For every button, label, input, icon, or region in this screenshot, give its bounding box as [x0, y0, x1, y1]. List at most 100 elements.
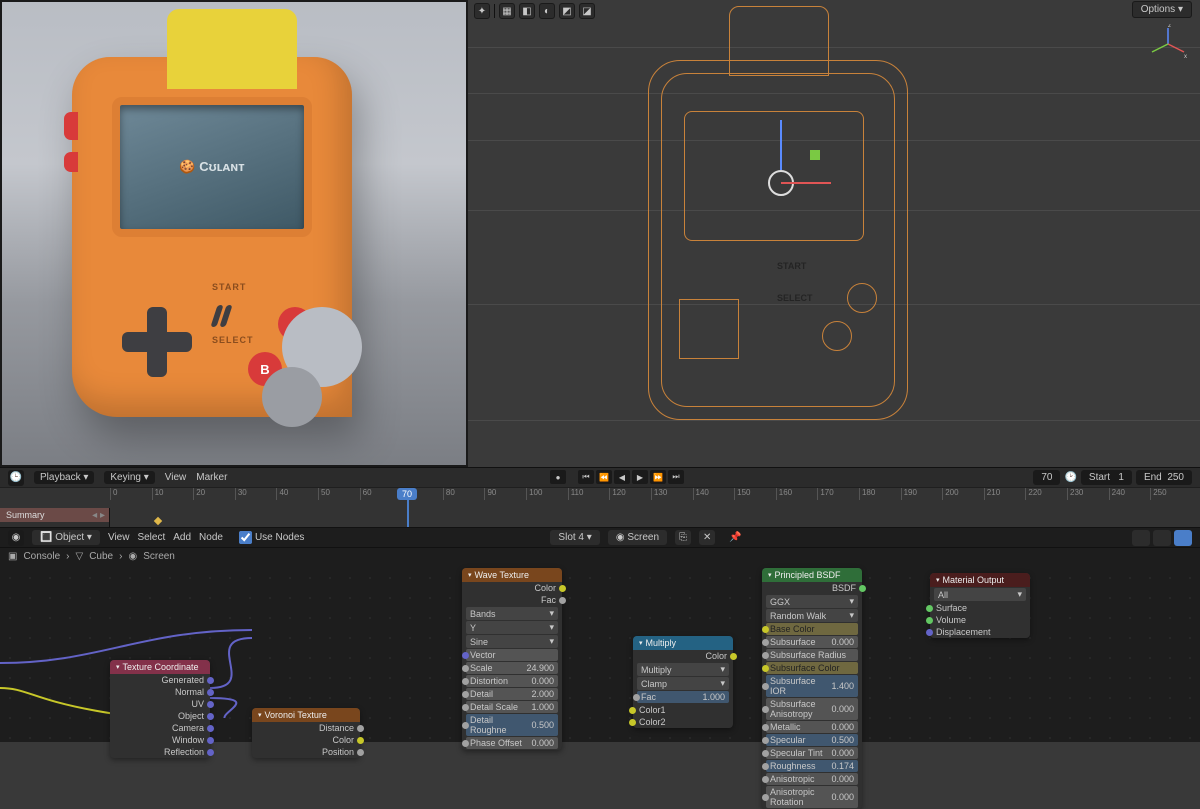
mult-field[interactable]: Clamp▾	[637, 677, 729, 690]
bsdf-param[interactable]: Roughness0.174	[766, 760, 858, 772]
socket-uv[interactable]: UV	[110, 698, 210, 710]
wave-slider[interactable]: Detail2.000	[466, 688, 558, 700]
wave-slider[interactable]: Phase Offset0.000	[466, 737, 558, 749]
marker-menu[interactable]: Marker	[196, 472, 227, 483]
ne-menu-add[interactable]: Add	[173, 532, 191, 543]
timeline-tick: 210	[984, 488, 1026, 500]
material-field[interactable]: ◉ Screen	[608, 530, 667, 545]
playback-menu[interactable]: Playback ▾	[34, 471, 94, 484]
node-wave-texture[interactable]: Wave Texture Color Fac Bands▾Y▾Sine▾ Vec…	[462, 568, 562, 750]
svg-text:x: x	[1184, 54, 1187, 60]
render-viewport[interactable]: 🍪 Cʊʟᴀɴᴛ START SELECT A B	[0, 0, 468, 467]
start-frame-field[interactable]: Start 1	[1081, 470, 1132, 485]
time-icon[interactable]: 🕑	[1064, 472, 1076, 483]
material-browse-icon[interactable]: ⎘	[675, 530, 691, 545]
bsdf-param[interactable]: Anisotropic0.000	[766, 773, 858, 785]
bsdf-param[interactable]: Anisotropic Rotation0.000	[766, 786, 858, 808]
current-frame-field[interactable]: 70	[1033, 470, 1060, 485]
mult-input[interactable]: Color1	[633, 704, 733, 716]
material-new-icon[interactable]: ✕	[699, 530, 715, 545]
node-material-output[interactable]: Material Output All▾ SurfaceVolumeDispla…	[930, 573, 1030, 638]
output-input[interactable]: Displacement	[930, 626, 1030, 638]
mult-input[interactable]: Color2	[633, 716, 733, 728]
timeline-clock-icon[interactable]: 🕒	[8, 470, 24, 486]
bsdf-param[interactable]: Specular0.500	[766, 734, 858, 746]
use-nodes-checkbox[interactable]: Use Nodes	[239, 531, 304, 544]
node-texture-coordinate[interactable]: Texture Coordinate GeneratedNormalUVObje…	[110, 660, 210, 758]
mult-field[interactable]: Multiply▾	[637, 663, 729, 676]
wave-field[interactable]: Sine▾	[466, 635, 558, 648]
timeline-tick: 180	[859, 488, 901, 500]
slot-dropdown[interactable]: Slot 4 ▾	[550, 530, 599, 545]
cursor-tool-icon[interactable]: ✦	[474, 3, 490, 19]
bsdf-field[interactable]: GGX▾	[766, 595, 858, 608]
view-menu[interactable]: View	[165, 472, 187, 483]
timeline-tick: 40	[276, 488, 318, 500]
timeline-tick: 60	[360, 488, 402, 500]
wave-slider[interactable]: Detail Scale1.000	[466, 701, 558, 713]
ne-menu-node[interactable]: Node	[199, 532, 223, 543]
bsdf-param[interactable]: Subsurface0.000	[766, 636, 858, 648]
socket-position[interactable]: Position	[252, 746, 360, 758]
bsdf-param[interactable]: Subsurface Color	[766, 662, 858, 674]
node-multiply[interactable]: Multiply Color Multiply▾Clamp▾ Fac1.000 …	[633, 636, 733, 728]
output-input[interactable]: Surface	[930, 602, 1030, 614]
bsdf-param[interactable]: Subsurface Radius	[766, 649, 858, 661]
wave-slider[interactable]: Scale24.900	[466, 662, 558, 674]
wave-slider[interactable]: Vector	[466, 649, 558, 661]
object-mode-dropdown[interactable]: 🔳 Object ▾	[32, 530, 100, 545]
socket-camera[interactable]: Camera	[110, 722, 210, 734]
socket-object[interactable]: Object	[110, 710, 210, 722]
playhead[interactable]: 70	[407, 488, 409, 527]
mode-icon-5[interactable]: ◪	[579, 3, 595, 19]
socket-normal[interactable]: Normal	[110, 686, 210, 698]
socket-window[interactable]: Window	[110, 734, 210, 746]
timeline-tick: 10	[152, 488, 194, 500]
shading-mode-icon-3[interactable]	[1174, 530, 1192, 546]
options-dropdown[interactable]: Options ▾	[1132, 1, 1192, 18]
play-rev-icon[interactable]: ◀	[614, 470, 630, 484]
output-input[interactable]: Volume	[930, 614, 1030, 626]
jump-start-icon[interactable]: ⏮	[578, 470, 594, 484]
socket-color[interactable]: Color	[252, 734, 360, 746]
wave-field[interactable]: Bands▾	[466, 607, 558, 620]
socket-generated[interactable]: Generated	[110, 674, 210, 686]
bsdf-param[interactable]: Subsurface IOR1.400	[766, 675, 858, 697]
wave-slider[interactable]: Detail Roughne0.500	[466, 714, 558, 736]
axis-gizmo-icon[interactable]: zx	[1148, 24, 1188, 64]
socket-reflection[interactable]: Reflection	[110, 746, 210, 758]
prev-key-icon[interactable]: ⏪	[596, 470, 612, 484]
bsdf-param[interactable]: Base Color	[766, 623, 858, 635]
shading-mode-icon[interactable]	[1132, 530, 1150, 546]
node-principled-bsdf[interactable]: Principled BSDF BSDF GGX▾Random Walk▾ Ba…	[762, 568, 862, 809]
wave-field[interactable]: Y▾	[466, 621, 558, 634]
timeline-ruler[interactable]: Summary ◂ ▸ 0102030405060708090100110120…	[0, 488, 1200, 527]
transform-gizmo[interactable]	[768, 170, 794, 196]
mult-slider[interactable]: Fac1.000	[637, 691, 729, 703]
ne-menu-view[interactable]: View	[108, 532, 130, 543]
bsdf-param[interactable]: Metallic0.000	[766, 721, 858, 733]
auto-key-icon[interactable]: ●	[550, 470, 566, 484]
next-key-icon[interactable]: ⏩	[650, 470, 666, 484]
end-frame-field[interactable]: End 250	[1136, 470, 1192, 485]
mode-icon[interactable]: ▦	[499, 3, 515, 19]
socket-distance[interactable]: Distance	[252, 722, 360, 734]
bsdf-param[interactable]: Specular Tint0.000	[766, 747, 858, 759]
node-canvas[interactable]: Texture Coordinate GeneratedNormalUVObje…	[0, 568, 1200, 742]
pin-icon[interactable]: 📌	[729, 532, 741, 543]
3d-viewport[interactable]: ✦ ▦ ◧ ◐ ◩ ◪ Options ▾ zx START SELECT	[468, 0, 1200, 467]
svg-text:z: z	[1168, 24, 1171, 29]
jump-end-icon[interactable]: ⏭	[668, 470, 684, 484]
mode-icon-4[interactable]: ◩	[559, 3, 575, 19]
bsdf-param[interactable]: Subsurface Anisotropy0.000	[766, 698, 858, 720]
wave-slider[interactable]: Distortion0.000	[466, 675, 558, 687]
play-icon[interactable]: ▶	[632, 470, 648, 484]
bsdf-field[interactable]: Random Walk▾	[766, 609, 858, 622]
editor-type-icon[interactable]: ◉	[8, 530, 24, 546]
node-voronoi-texture[interactable]: Voronoi Texture DistanceColorPosition	[252, 708, 360, 758]
ne-menu-select[interactable]: Select	[137, 532, 165, 543]
mode-icon-2[interactable]: ◧	[519, 3, 535, 19]
keying-menu[interactable]: Keying ▾	[104, 471, 154, 484]
shading-mode-icon-2[interactable]	[1153, 530, 1171, 546]
mode-icon-3[interactable]: ◐	[539, 3, 555, 19]
